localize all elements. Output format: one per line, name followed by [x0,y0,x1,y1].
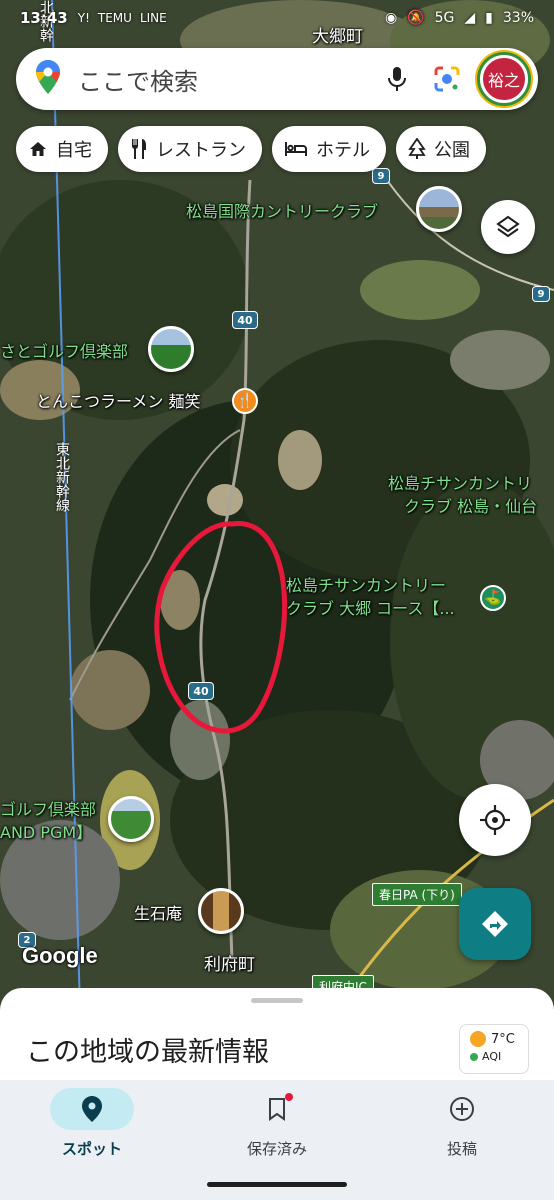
location-pin-icon [82,1096,102,1122]
search-input[interactable]: ここで検索 [78,62,368,97]
google-lens-icon [434,66,460,92]
poi-label-matsushima-golf[interactable]: 松島国際カントリークラブ [186,202,378,221]
category-chips: 自宅 レストラン ホテル 公園 [16,126,554,174]
directions-button[interactable] [459,888,531,960]
nav-label: 投稿 [446,1140,477,1158]
golf-pin-icon[interactable]: ⛳ [480,585,506,611]
account-avatar[interactable]: 裕之 [480,55,528,103]
nav-tab-spots[interactable]: スポット [22,1088,162,1159]
layers-icon [496,215,520,238]
aqi-label: AQI [482,1050,502,1063]
poi-label-chisan-matsushima-2[interactable]: クラブ 松島・仙台 [404,497,537,516]
mute-icon: 🔕 [407,10,425,26]
battery-percent: 33% [502,10,534,26]
bottom-navigation: スポット 保存済み 投稿 [0,1080,554,1200]
nav-label: 保存済み [246,1140,307,1158]
bottom-sheet[interactable]: この地域の最新情報 7°C AQI [0,988,554,1088]
tree-icon [408,138,426,159]
nav-tab-post[interactable]: 投稿 [392,1088,532,1159]
photo-pin-matsushima-golf[interactable] [416,186,462,232]
aqi-status-dot-icon [470,1052,478,1061]
home-indicator[interactable] [207,1182,347,1187]
sun-icon [470,1031,486,1047]
rail-line-label: 東北新幹線 [54,442,70,512]
battery-icon: ▮ [485,10,493,26]
chip-label: レストラン [156,140,246,161]
google-maps-pin-icon [36,60,60,98]
voice-search-button[interactable] [376,58,418,100]
location-status-icon: ◉ [384,10,398,26]
directions-icon [482,911,508,937]
temu-notification-icon: TEMU [97,11,132,25]
notification-dot-icon [285,1093,293,1101]
status-right: ◉ 🔕 5G ◢ ▮ 33% [385,10,534,26]
chip-label: 公園 [434,140,470,161]
line-notification-icon: LINE [139,11,167,25]
route-40-shield: 40 [232,311,258,329]
crosshair-icon [480,805,510,835]
photo-pin-golf-bottom[interactable] [108,796,154,842]
sheet-drag-handle[interactable] [251,998,303,1003]
photo-pin-golf-left[interactable] [148,326,194,372]
yahoo-notification-icon: Y! [77,11,90,25]
signal-icon: ◢ [464,10,476,26]
chip-hotel[interactable]: ホテル [272,126,386,172]
notification-icons: Y! TEMU LINE [78,11,167,25]
lens-button[interactable] [426,58,468,100]
chip-home[interactable]: 自宅 [16,126,108,172]
town-label-rifu[interactable]: 利府町 [204,956,255,975]
poi-label-chisan-daigo-2[interactable]: クラブ 大郷 コース【... [286,599,455,618]
poi-label-golf-bottom-1[interactable]: ゴルフ倶楽部 [0,800,96,819]
nav-label: スポット [61,1140,122,1158]
nav-tab-saved[interactable]: 保存済み [207,1088,347,1159]
poi-label-chisan-daigo-1[interactable]: 松島チサンカントリー [286,576,446,595]
restaurant-icon [132,139,146,159]
hotel-icon [285,142,307,156]
my-location-button[interactable] [459,784,531,856]
add-circle-icon [450,1097,474,1121]
weather-chip[interactable]: 7°C AQI [459,1024,529,1074]
chip-label: 自宅 [56,140,92,161]
status-time: 13:43 [20,9,68,27]
home-icon [30,142,46,156]
google-logo: Google [22,943,98,968]
microphone-icon [388,67,406,91]
poi-label-ikoishian[interactable]: 生石庵 [134,904,182,923]
restaurant-pin-icon[interactable]: 🍴 [232,388,258,414]
kasuga-pa-sign[interactable]: 春日PA (下り) [372,883,462,906]
weather-temperature: 7°C [491,1031,515,1047]
search-bar[interactable]: ここで検索 裕之 [16,48,538,110]
poi-label-golf-left[interactable]: さとゴルフ倶楽部 [0,342,128,361]
network-label: 5G [434,10,455,26]
layers-button[interactable] [481,200,535,254]
chip-park[interactable]: 公園 [396,126,486,172]
poi-label-ramen[interactable]: とんこつラーメン 麺笑 [36,392,200,411]
route-9-shield: 9 [532,286,550,302]
chip-label: ホテル [316,140,370,161]
route-40-shield: 40 [188,682,214,700]
status-bar: 13:43 Y! TEMU LINE ◉ 🔕 5G ◢ ▮ 33% [0,0,554,36]
photo-pin-ikoishian[interactable] [198,888,244,934]
sheet-title: この地域の最新情報 [26,1037,269,1068]
poi-label-golf-bottom-2[interactable]: AND PGM】 [0,823,92,842]
poi-label-chisan-matsushima-1[interactable]: 松島チサンカントリ [388,474,532,493]
chip-restaurant[interactable]: レストラン [118,126,262,172]
bookmark-icon [269,1098,285,1121]
